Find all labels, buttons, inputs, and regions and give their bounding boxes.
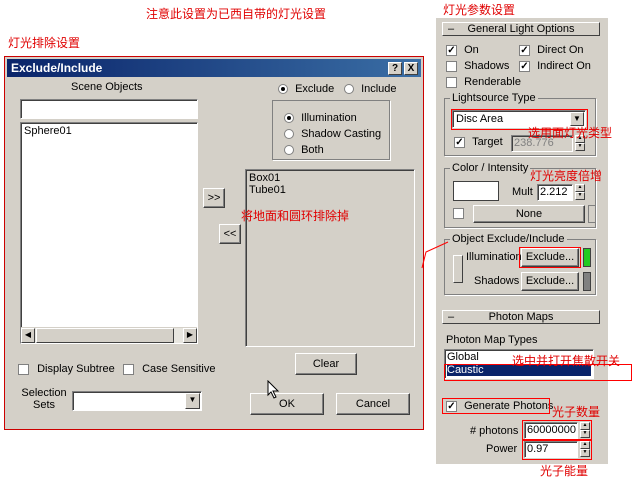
general-light-options-header[interactable]: – General Light Options	[442, 22, 600, 36]
list-item[interactable]: Tube01	[249, 184, 286, 196]
mult-field[interactable]: 2.212	[537, 184, 573, 201]
object-exclude-label: Object Exclude/Include	[450, 233, 567, 245]
scene-objects-label: Scene Objects	[71, 81, 143, 93]
scroll-thumb[interactable]	[36, 328, 174, 343]
photon-header-label: Photon Maps	[488, 311, 554, 323]
scroll-right-icon[interactable]: ▶	[183, 328, 197, 343]
radio-shadow-casting[interactable]	[284, 129, 294, 140]
indirect-on-option[interactable]: ✓ Indirect On	[519, 60, 591, 72]
annotation-exclude-setup: 灯光排除设置	[8, 36, 81, 50]
radio-illumination[interactable]	[284, 113, 294, 124]
photons-highlight	[522, 420, 592, 441]
opt-shadow-casting[interactable]: Shadow Casting	[284, 128, 381, 140]
annotation-select-type: 选用面灯光类型	[528, 126, 613, 140]
connector-line	[421, 241, 449, 269]
scroll-left-icon[interactable]: ◀	[21, 328, 35, 343]
exclude-include-dialog: Exclude/Include ? X Scene Objects Sphere…	[4, 56, 424, 430]
excluded-objects-list[interactable]: Box01 Tube01	[245, 169, 415, 347]
spin-down-icon[interactable]: ▼	[575, 143, 585, 151]
general-header-label: General Light Options	[467, 23, 575, 35]
spin-up-icon[interactable]: ▲	[575, 184, 585, 192]
illumination-green-swatch[interactable]	[583, 248, 591, 267]
annotation-multiplier: 灯光亮度倍增	[530, 169, 603, 183]
mult-spinner[interactable]: ▲ ▼	[575, 184, 585, 200]
selection-sets-dropdown[interactable]: ▼	[72, 391, 202, 411]
flyout-handle[interactable]	[453, 255, 463, 283]
target-checkbox[interactable]: ✓	[454, 136, 465, 148]
indirect-on-checkbox[interactable]: ✓	[519, 60, 530, 72]
projector-option[interactable]	[453, 207, 464, 219]
photon-map-types-label: Photon Map Types	[446, 334, 538, 346]
illumination-label: Illumination	[466, 251, 522, 263]
dialog-title: Exclude/Include	[11, 61, 103, 75]
list-item[interactable]: Box01	[249, 172, 280, 184]
collapse-icon: –	[448, 311, 455, 323]
selection-label-line1: Selection	[21, 387, 67, 399]
direct-on-checkbox[interactable]: ✓	[519, 44, 530, 56]
power-highlight	[522, 439, 592, 460]
radio-exclude[interactable]	[278, 84, 288, 95]
shadows-option[interactable]: Shadows	[446, 60, 509, 72]
opt-illumination[interactable]: Illumination	[284, 112, 357, 124]
generate-photons-highlight	[442, 398, 550, 414]
display-subtree-checkbox[interactable]	[18, 363, 29, 375]
annotation-top-note: 注意此设置为已西自带的灯光设置	[146, 7, 327, 21]
opt-both[interactable]: Both	[284, 144, 324, 156]
dropdown-arrow-icon[interactable]: ▼	[185, 393, 200, 409]
collapse-icon: –	[448, 23, 455, 35]
photon-maps-header[interactable]: – Photon Maps	[442, 310, 600, 324]
case-sensitive-checkbox[interactable]	[123, 363, 134, 375]
horizontal-scrollbar[interactable]: ◀ ▶	[21, 327, 197, 343]
move-left-button[interactable]: <<	[219, 224, 241, 244]
display-subtree-option[interactable]: Display Subtree	[18, 363, 115, 375]
case-sensitive-option[interactable]: Case Sensitive	[123, 363, 215, 375]
light-parameters-panel: – General Light Options ✓ On ✓ Direct On…	[436, 18, 608, 464]
on-checkbox[interactable]: ✓	[446, 44, 457, 56]
selection-label-line2: Sets	[32, 399, 55, 411]
projector-checkbox[interactable]	[453, 207, 464, 219]
exclude-shadows-button[interactable]: Exclude...	[521, 272, 579, 291]
selection-sets-label: Selection Sets	[20, 387, 68, 411]
renderable-checkbox[interactable]	[446, 76, 457, 88]
close-button[interactable]: X	[404, 62, 418, 75]
mode-exclude-option[interactable]: Exclude	[278, 83, 334, 95]
shadows-checkbox[interactable]	[446, 60, 457, 72]
move-right-button[interactable]: >>	[203, 188, 225, 208]
radio-include[interactable]	[344, 84, 354, 95]
map-toggle[interactable]	[588, 205, 596, 223]
on-option[interactable]: ✓ On	[446, 44, 479, 56]
ok-button[interactable]: OK	[250, 393, 324, 415]
annotation-light-params: 灯光参数设置	[443, 3, 516, 17]
shadows-swatch[interactable]	[583, 272, 591, 291]
annotation-caustic-switch: 选中并打开焦散开关	[512, 354, 621, 368]
mouse-cursor-icon	[267, 380, 280, 399]
dialog-title-bar[interactable]: Exclude/Include ? X	[7, 59, 421, 77]
light-color-swatch[interactable]	[453, 181, 499, 201]
annotation-exclude-floor: 将地面和圆环排除掉	[241, 209, 350, 223]
annotation-photon-energy: 光子能量	[540, 464, 589, 478]
cancel-button[interactable]: Cancel	[336, 393, 410, 415]
target-option[interactable]: ✓ Target	[454, 136, 503, 148]
mult-label: Mult	[512, 186, 533, 198]
renderable-option[interactable]: Renderable	[446, 76, 521, 88]
radio-both[interactable]	[284, 145, 294, 156]
scene-search-input[interactable]	[20, 99, 198, 119]
lightsource-type-label: Lightsource Type	[450, 92, 538, 104]
exclude-button-highlight	[519, 247, 581, 268]
direct-on-option[interactable]: ✓ Direct On	[519, 44, 584, 56]
annotation-photon-count: 光子数量	[552, 405, 601, 419]
shadows-exclude-label: Shadows	[474, 275, 520, 287]
spin-down-icon[interactable]: ▼	[575, 192, 585, 200]
color-intensity-label: Color / Intensity	[450, 162, 531, 174]
none-map-button[interactable]: None	[473, 205, 585, 223]
mode-include-option[interactable]: Include	[344, 83, 397, 95]
help-button[interactable]: ?	[388, 62, 402, 75]
scene-objects-list[interactable]: Sphere01 ◀ ▶	[20, 122, 198, 344]
power-label: Power	[486, 443, 518, 455]
clear-button[interactable]: Clear	[295, 353, 357, 375]
photons-count-label: # photons	[470, 425, 519, 437]
list-item[interactable]: Sphere01	[24, 125, 72, 137]
